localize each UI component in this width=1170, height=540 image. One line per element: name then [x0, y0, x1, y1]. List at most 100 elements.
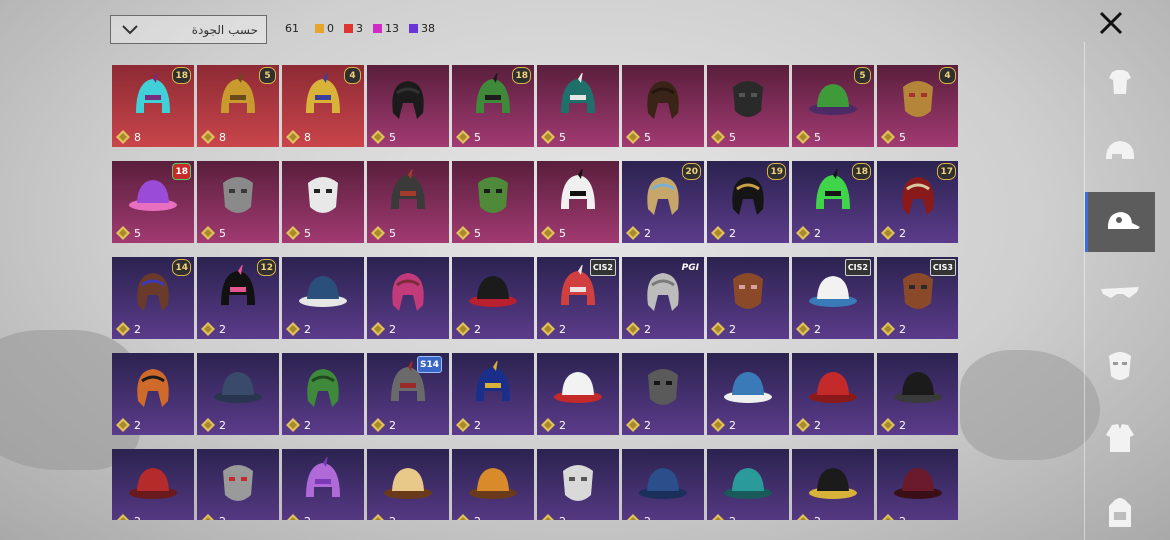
item-slot[interactable]: 2 [452, 449, 534, 520]
item-slot[interactable]: 5 [452, 161, 534, 243]
item-slot[interactable]: 2 [452, 257, 534, 339]
red-beret-icon [809, 372, 857, 403]
item-slot[interactable]: 2 [282, 449, 364, 520]
sidebar-item-backpack[interactable] [1085, 482, 1155, 540]
item-slot[interactable]: 5 [367, 161, 449, 243]
item-slot[interactable]: 18 5 [112, 161, 194, 243]
item-slot[interactable]: CIS3 2 [877, 257, 958, 339]
currency-coin-icon [202, 514, 214, 520]
item-slot[interactable]: 2 [112, 449, 194, 520]
currency-coin-icon [627, 514, 639, 520]
green-bandana-icon [476, 73, 510, 113]
item-slot[interactable]: CIS2 2 [537, 257, 619, 339]
sidebar-item-outfit[interactable] [1085, 52, 1155, 112]
epic-count: 13 [385, 22, 399, 35]
item-slot[interactable]: 5 [367, 65, 449, 147]
item-value-number: 5 [389, 226, 396, 240]
item-slot[interactable]: 5 [537, 65, 619, 147]
item-slot[interactable]: 2 [197, 449, 279, 520]
item-slot[interactable]: 2 [877, 449, 958, 520]
quality-sort-dropdown[interactable]: حسب الجودة [110, 15, 267, 44]
item-slot[interactable]: 2 [112, 353, 194, 435]
item-slot[interactable]: 19 2 [707, 161, 789, 243]
sidebar-item-glasses[interactable] [1085, 264, 1155, 324]
background-rock [960, 350, 1100, 460]
item-value: 2 [456, 514, 481, 520]
baseball-cap-icon [299, 276, 347, 307]
item-slot[interactable]: 18 2 [792, 161, 874, 243]
item-slot[interactable]: 2 [452, 353, 534, 435]
count-legendary: 0 [315, 22, 334, 35]
item-value: 2 [371, 514, 396, 520]
currency-coin-icon [371, 418, 385, 432]
currency-coin-icon [796, 226, 810, 240]
item-slot[interactable]: 2 [707, 353, 789, 435]
item-slot[interactable]: 17 2 [877, 161, 958, 243]
sidebar-item-helmet[interactable] [1085, 122, 1155, 182]
sidebar-item-jacket[interactable] [1085, 408, 1155, 468]
sidebar-item-mask[interactable] [1085, 336, 1155, 396]
item-slot[interactable]: 2 [707, 257, 789, 339]
item-slot[interactable]: 20 2 [622, 161, 704, 243]
item-slot[interactable]: PGI 2 [622, 257, 704, 339]
item-value-number: 2 [644, 418, 651, 432]
item-value: 5 [116, 226, 141, 240]
item-slot[interactable]: 18 8 [112, 65, 194, 147]
item-value-number: 2 [899, 418, 906, 432]
item-slot[interactable]: 5 [707, 65, 789, 147]
item-slot[interactable]: 5 [537, 161, 619, 243]
item-slot[interactable]: 48 [282, 65, 364, 147]
item-slot[interactable]: 2 [537, 449, 619, 520]
item-badge: 18 [172, 67, 191, 84]
backpack-icon [1109, 498, 1131, 527]
item-slot[interactable]: S14 2 [367, 353, 449, 435]
item-slot[interactable]: 14 2 [112, 257, 194, 339]
item-slot[interactable]: 18 5 [452, 65, 534, 147]
item-slot[interactable]: 2 [707, 449, 789, 520]
item-slot[interactable]: 5 [622, 65, 704, 147]
item-slot[interactable]: 2 [367, 449, 449, 520]
legendary-count: 0 [327, 22, 334, 35]
item-value-number: 2 [474, 322, 481, 336]
item-slot[interactable]: 2 [537, 353, 619, 435]
item-value: 2 [626, 322, 651, 336]
close-button[interactable] [1094, 6, 1128, 40]
item-slot[interactable]: 2 [622, 353, 704, 435]
item-slot[interactable]: 2 [622, 449, 704, 520]
item-slot[interactable]: 2 [792, 449, 874, 520]
currency-coin-icon [711, 130, 725, 144]
flower-crown-icon [306, 457, 340, 497]
item-slot[interactable]: 5 [197, 161, 279, 243]
item-slot[interactable]: 2 [367, 257, 449, 339]
item-slot[interactable]: 12 2 [197, 257, 279, 339]
frankenstein-mask-icon [478, 177, 508, 213]
item-value-number: 2 [134, 418, 141, 432]
item-value: 2 [711, 226, 736, 240]
wolf-mask-icon [223, 177, 253, 213]
item-slot[interactable]: 2 [282, 257, 364, 339]
item-value-number: 5 [814, 130, 821, 144]
item-slot[interactable]: 2 [877, 353, 958, 435]
item-value-number: 2 [729, 322, 736, 336]
ninja-mask-icon [648, 369, 678, 405]
item-slot[interactable]: 45 [877, 65, 958, 147]
item-slot[interactable]: CIS2 2 [792, 257, 874, 339]
zebra-mask-icon [308, 177, 338, 213]
item-slot[interactable]: 2 [282, 353, 364, 435]
item-slot[interactable]: 55 [792, 65, 874, 147]
item-slot[interactable]: 2 [197, 353, 279, 435]
item-value-number: 8 [134, 130, 141, 144]
item-slot[interactable]: 58 [197, 65, 279, 147]
sidebar-item-hat[interactable] [1085, 192, 1155, 252]
green-hair-icon [307, 369, 339, 407]
item-value-number: 2 [559, 418, 566, 432]
currency-coin-icon [116, 418, 130, 432]
item-value-number: 2 [559, 322, 566, 336]
bucket-hat-icon [469, 276, 517, 307]
item-value-number: 2 [814, 226, 821, 240]
witch-hat-icon [809, 84, 857, 115]
chevron-down-icon [122, 24, 138, 34]
item-slot[interactable]: 2 [792, 353, 874, 435]
item-badge: 4 [939, 67, 956, 84]
item-slot[interactable]: 5 [282, 161, 364, 243]
